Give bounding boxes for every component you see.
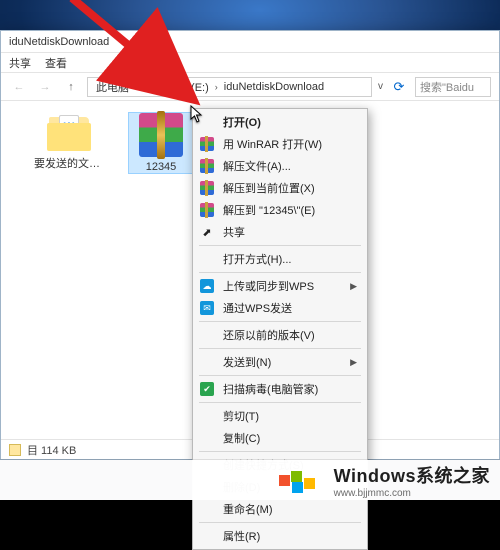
ctx-extract-here[interactable]: 解压到当前位置(X) xyxy=(193,177,367,199)
breadcrumb-drive[interactable]: 本地磁盘 (E:) xyxy=(140,79,213,95)
window-title: iduNetdiskDownload xyxy=(9,36,109,48)
search-placeholder: 搜索"Baidu xyxy=(420,79,474,95)
ctx-cut[interactable]: 剪切(T) xyxy=(193,405,367,427)
file-item-folder[interactable]: W 要发送的文件夹 xyxy=(37,113,101,173)
ctx-open-winrar[interactable]: 用 WinRAR 打开(W) xyxy=(193,133,367,155)
ctx-scan-virus[interactable]: ✔扫描病毒(电脑管家) xyxy=(193,378,367,400)
ctx-upload-wps[interactable]: ☁上传或同步到WPS▶ xyxy=(193,275,367,297)
chevron-right-icon: › xyxy=(135,82,138,92)
ctx-send-wps[interactable]: ✉通过WPS发送 xyxy=(193,297,367,319)
search-input[interactable]: 搜索"Baidu xyxy=(415,77,491,97)
send-icon: ✉ xyxy=(200,301,214,315)
ctx-open-with[interactable]: 打开方式(H)... xyxy=(193,248,367,270)
windows-logo-icon xyxy=(279,475,326,486)
nav-up-button[interactable]: ↑ xyxy=(61,77,81,97)
ctx-restore-prev[interactable]: 还原以前的版本(V) xyxy=(193,324,367,346)
breadcrumb-dropdown[interactable]: v xyxy=(378,81,383,92)
window-titlebar: iduNetdiskDownload xyxy=(1,31,499,53)
brand-text: Windows系统之家 xyxy=(334,462,490,488)
toolbar: ← → ↑ 此电脑 › 本地磁盘 (E:) › iduNetdiskDownlo… xyxy=(1,73,499,101)
menu-share[interactable]: 共享 xyxy=(9,55,31,71)
chevron-right-icon: ▶ xyxy=(350,357,357,368)
rar-icon xyxy=(200,137,214,151)
nav-forward-button[interactable]: → xyxy=(35,77,55,97)
status-text: 目 114 KB xyxy=(27,442,76,458)
rar-archive-icon xyxy=(139,113,183,157)
menubar: 共享 查看 xyxy=(1,53,499,73)
rar-icon xyxy=(200,203,214,217)
folder-icon: W xyxy=(47,113,91,151)
ctx-extract-files[interactable]: 解压文件(A)... xyxy=(193,155,367,177)
rar-icon xyxy=(200,181,214,195)
cloud-upload-icon: ☁ xyxy=(200,279,214,293)
chevron-right-icon: ▶ xyxy=(350,281,357,292)
file-label: 12345 xyxy=(126,161,196,173)
ctx-open[interactable]: 打开(O) xyxy=(193,111,367,133)
rar-icon xyxy=(200,159,214,173)
ctx-share[interactable]: ⬈共享 xyxy=(193,221,367,243)
status-thumbnail-icon xyxy=(9,444,21,456)
brand-url: www.bjjmmc.com xyxy=(334,488,490,499)
watermark-footer: Windows系统之家 www.bjjmmc.com xyxy=(0,460,500,500)
file-item-archive[interactable]: 12345 xyxy=(129,113,193,173)
ctx-extract-to[interactable]: 解压到 "12345\"(E) xyxy=(193,199,367,221)
file-label: 要发送的文件夹 xyxy=(34,155,104,171)
ctx-send-to[interactable]: 发送到(N)▶ xyxy=(193,351,367,373)
menu-view[interactable]: 查看 xyxy=(45,55,67,71)
breadcrumb-folder[interactable]: iduNetdiskDownload xyxy=(220,81,328,93)
chevron-right-icon: › xyxy=(215,82,218,92)
ctx-properties[interactable]: 属性(R) xyxy=(193,525,367,547)
shield-icon: ✔ xyxy=(200,382,214,396)
breadcrumb[interactable]: 此电脑 › 本地磁盘 (E:) › iduNetdiskDownload xyxy=(87,77,372,97)
ctx-copy[interactable]: 复制(C) xyxy=(193,427,367,449)
share-icon: ⬈ xyxy=(199,224,215,240)
breadcrumb-root[interactable]: 此电脑 xyxy=(92,79,133,95)
nav-back-button[interactable]: ← xyxy=(9,77,29,97)
ctx-rename[interactable]: 重命名(M) xyxy=(193,498,367,520)
refresh-button[interactable]: ⟳ xyxy=(389,79,409,95)
